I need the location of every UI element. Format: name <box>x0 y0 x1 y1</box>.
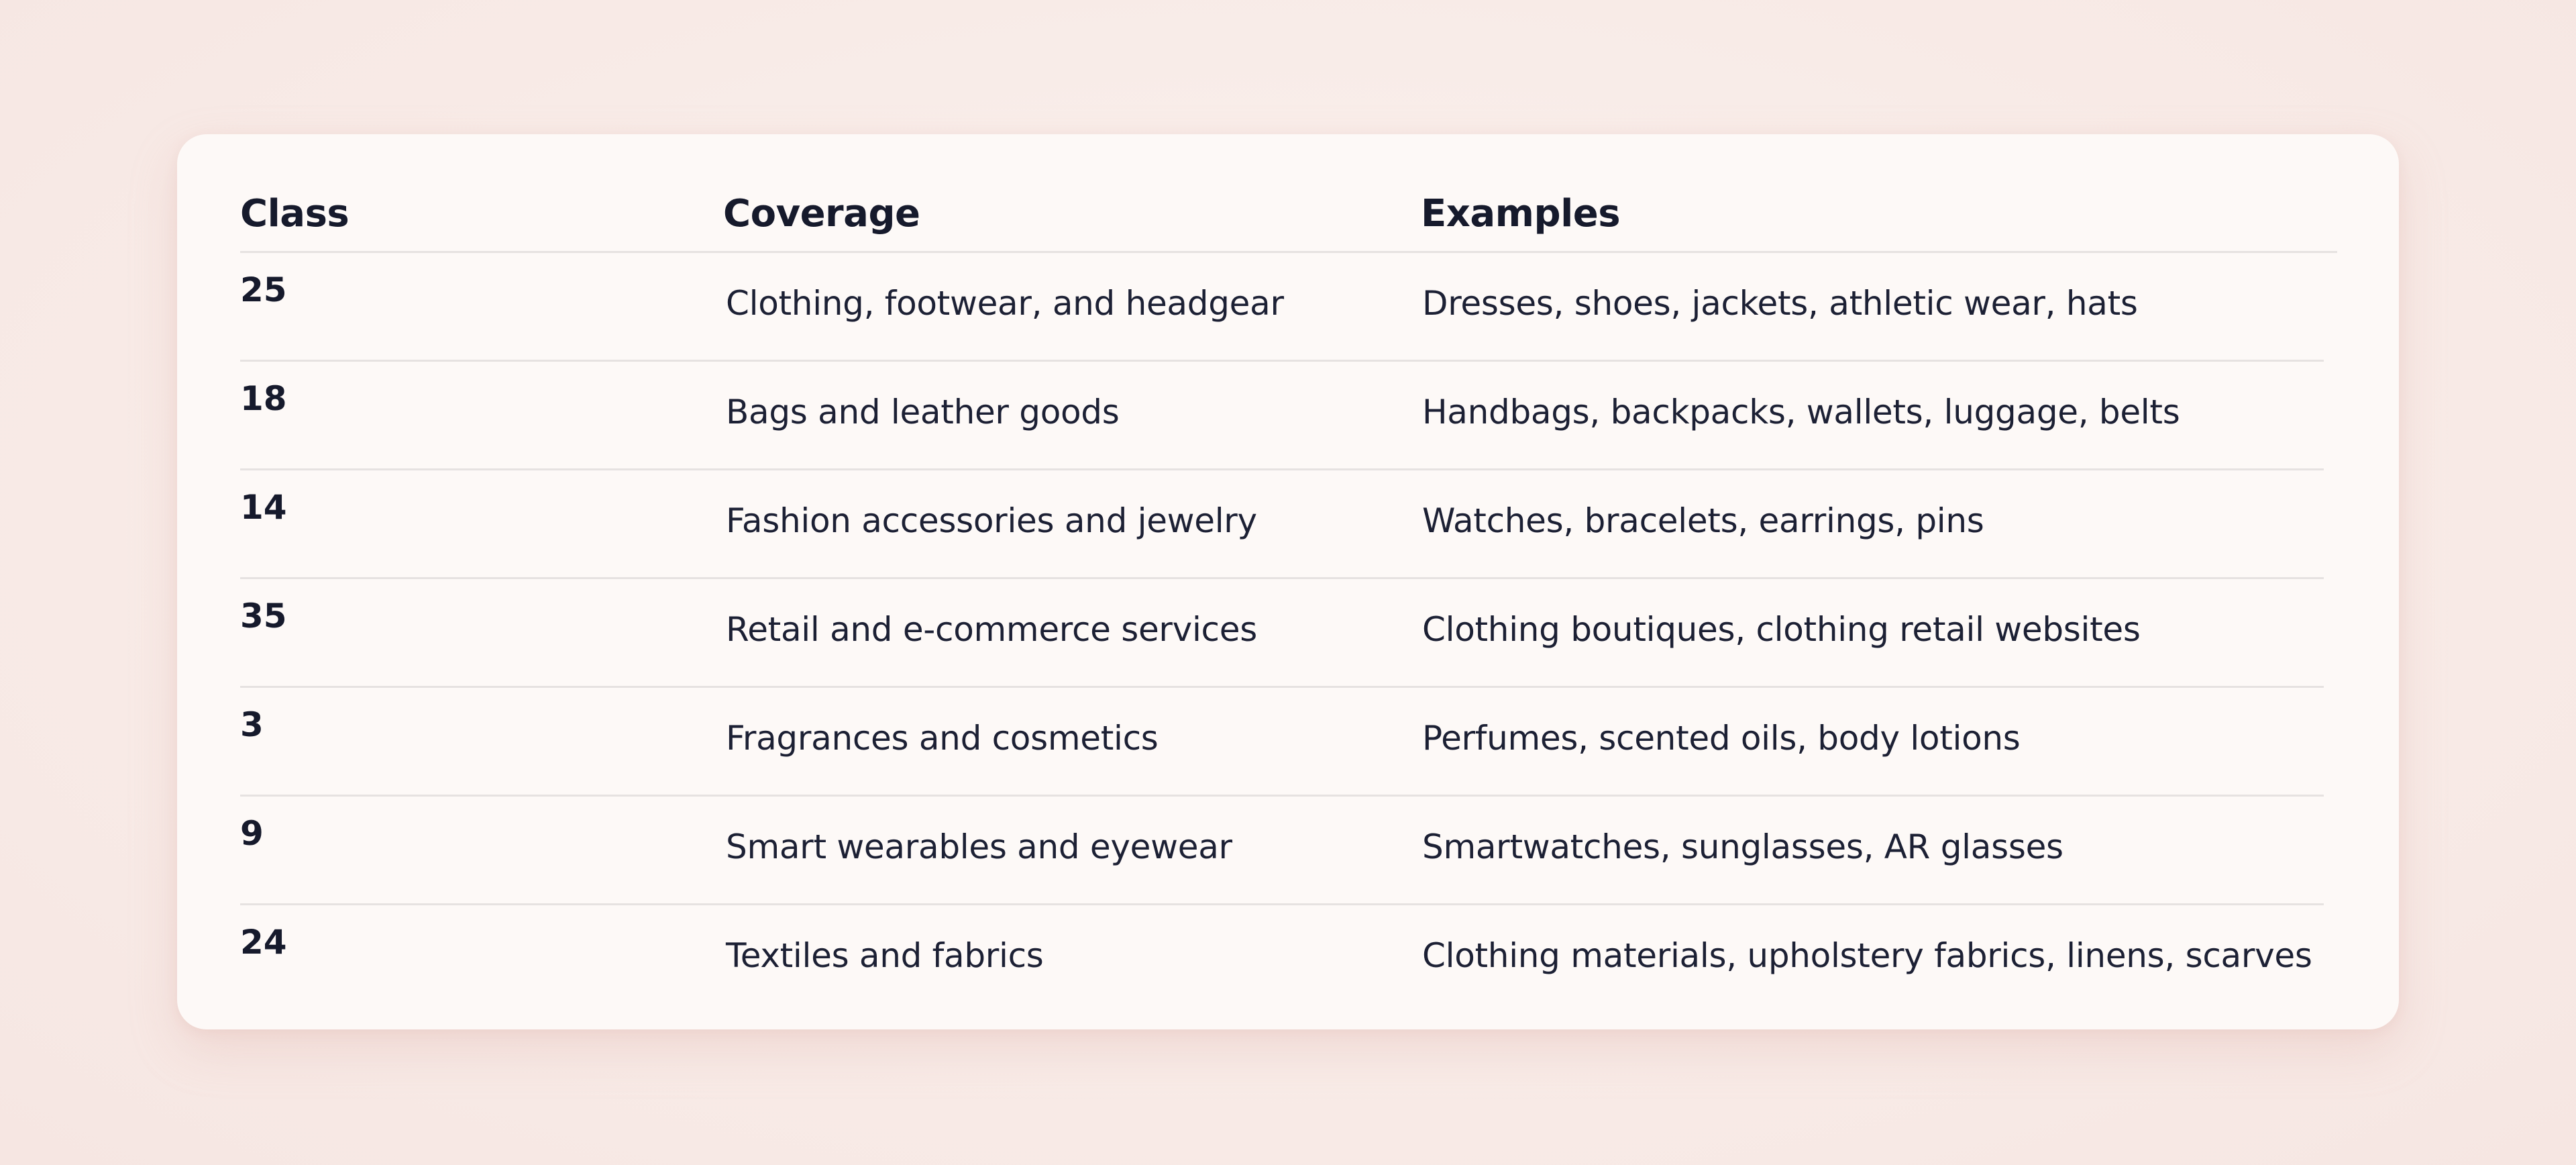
coverage-cell: Clothing, footwear, and headgear <box>726 284 1284 323</box>
examples-cell: Clothing boutiques, clothing retail webs… <box>1422 610 2141 649</box>
class-number-cell: 14 <box>240 488 287 527</box>
coverage-cell: Fragrances and cosmetics <box>726 719 1159 758</box>
table-row: 25 Clothing, footwear, and headgear Dres… <box>240 253 2324 362</box>
class-number-cell: 3 <box>240 705 264 744</box>
header-class: Class <box>240 192 350 236</box>
coverage-cell: Retail and e-commerce services <box>726 610 1257 649</box>
table-card: Class Coverage Examples 25 Clothing, foo… <box>177 134 2399 1029</box>
table-row: 35 Retail and e-commerce services Clothi… <box>240 579 2324 688</box>
class-number-cell: 25 <box>240 270 287 309</box>
table-row: 14 Fashion accessories and jewelry Watch… <box>240 470 2324 579</box>
header-examples: Examples <box>1421 192 1621 236</box>
examples-cell: Perfumes, scented oils, body lotions <box>1422 719 2021 758</box>
examples-cell: Watches, bracelets, earrings, pins <box>1422 501 1984 540</box>
examples-cell: Smartwatches, sunglasses, AR glasses <box>1422 827 2063 866</box>
coverage-cell: Smart wearables and eyewear <box>726 827 1232 866</box>
class-number-cell: 24 <box>240 923 287 962</box>
examples-cell: Handbags, backpacks, wallets, luggage, b… <box>1422 393 2180 432</box>
coverage-cell: Textiles and fabrics <box>726 936 1044 975</box>
table-row: 18 Bags and leather goods Handbags, back… <box>240 362 2324 470</box>
class-number-cell: 18 <box>240 379 287 418</box>
table-row: 3 Fragrances and cosmetics Perfumes, sce… <box>240 688 2324 797</box>
examples-cell: Clothing materials, upholstery fabrics, … <box>1422 936 2312 975</box>
coverage-cell: Bags and leather goods <box>726 393 1120 432</box>
class-number-cell: 35 <box>240 597 287 636</box>
class-number-cell: 9 <box>240 814 264 853</box>
examples-cell: Dresses, shoes, jackets, athletic wear, … <box>1422 284 2138 323</box>
trademark-classes-table: Class Coverage Examples 25 Clothing, foo… <box>240 177 2337 1012</box>
coverage-cell: Fashion accessories and jewelry <box>726 501 1257 540</box>
table-row: 9 Smart wearables and eyewear Smartwatch… <box>240 797 2324 905</box>
table-row: 24 Textiles and fabrics Clothing materia… <box>240 905 2324 1012</box>
header-coverage: Coverage <box>723 192 920 236</box>
table-header-row: Class Coverage Examples <box>240 177 2337 253</box>
